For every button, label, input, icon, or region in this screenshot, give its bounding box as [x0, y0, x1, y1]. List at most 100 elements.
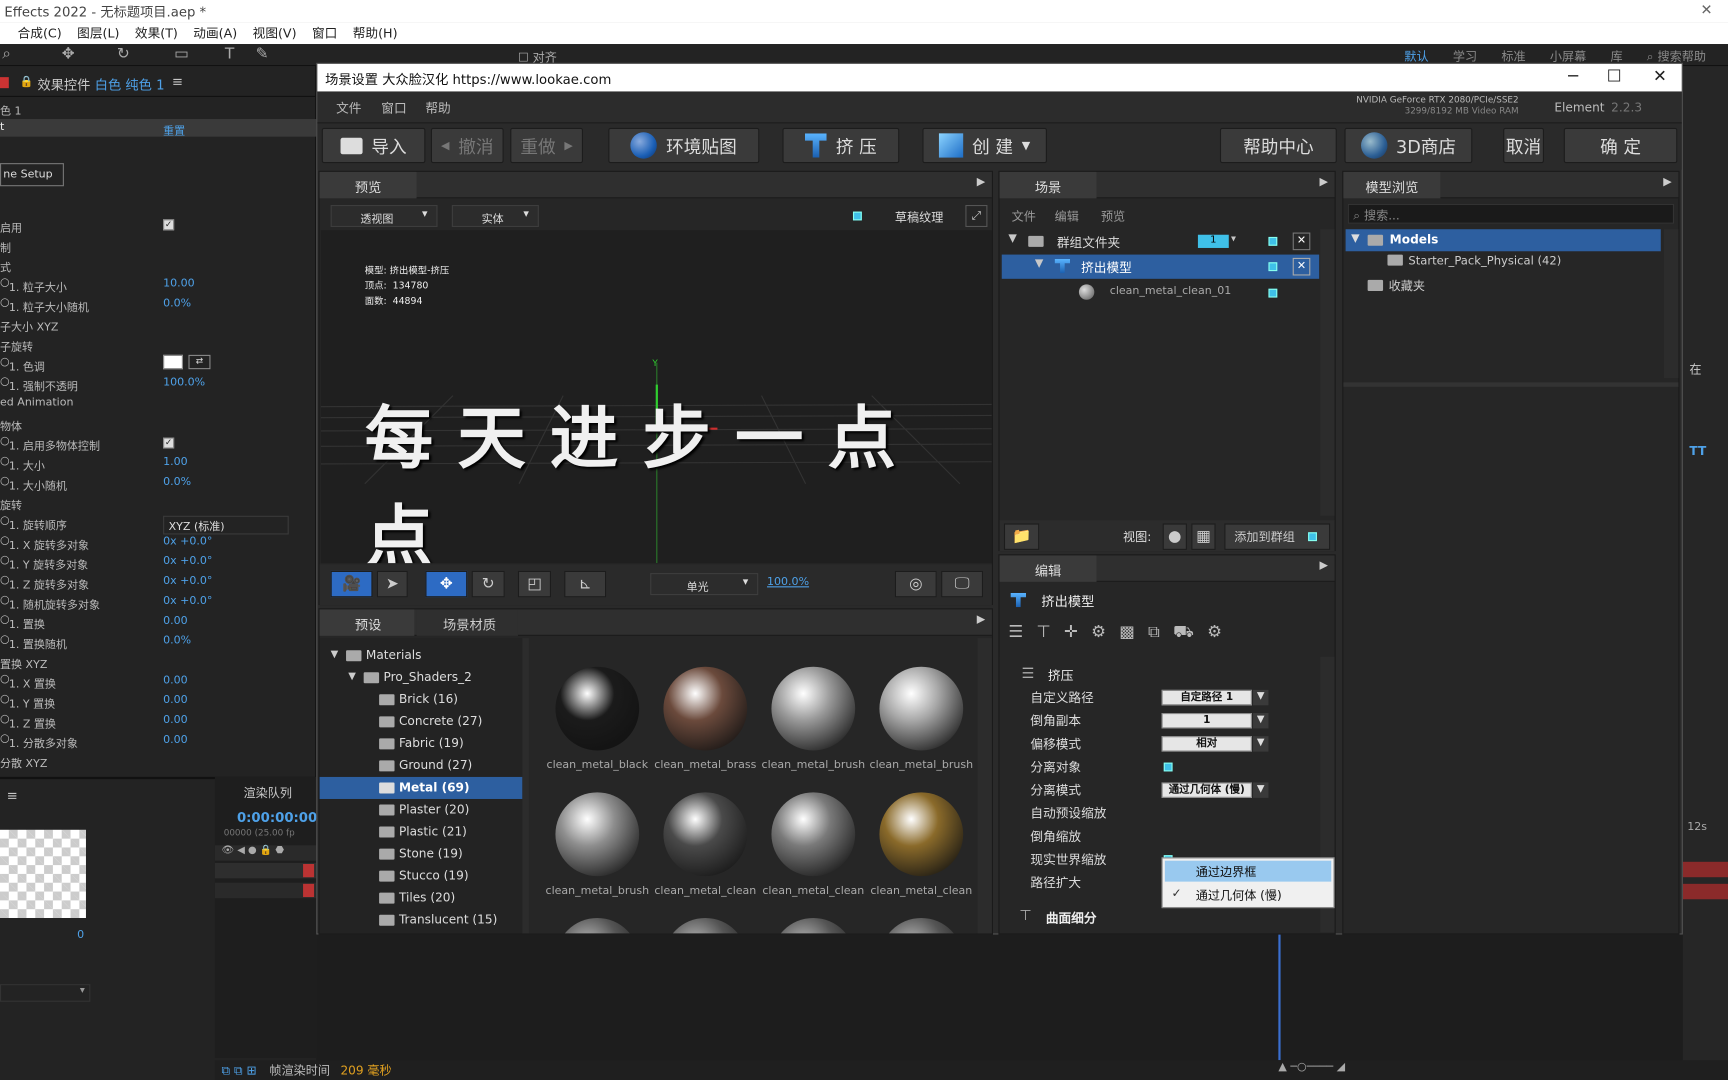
- effect-prop-value[interactable]: 0.00: [163, 615, 188, 627]
- view-mode-select[interactable]: 透视图: [330, 204, 438, 228]
- import-button[interactable]: 导入: [321, 127, 426, 164]
- ae-menu-effect[interactable]: 效果(T): [135, 24, 178, 44]
- effect-prop-value[interactable]: 1.00: [163, 456, 188, 468]
- effect-prop-value[interactable]: 100.0%: [163, 377, 205, 389]
- settings-icon[interactable]: ⚙: [1207, 622, 1222, 651]
- axis-tool-icon[interactable]: ⊾: [564, 570, 607, 598]
- screen-icon[interactable]: 🖵: [941, 570, 984, 598]
- dropdown-arrow-icon[interactable]: ▼: [1253, 713, 1269, 729]
- stopwatch-icon[interactable]: ○: [0, 475, 10, 487]
- models-root-row[interactable]: ▼ Models: [1345, 229, 1661, 252]
- menu-window[interactable]: 窗口: [381, 99, 406, 117]
- 3d-text-model[interactable]: 每天进步一点点: [365, 382, 992, 563]
- setup-button[interactable]: ne Setup: [0, 163, 64, 187]
- new-folder-icon[interactable]: 📁: [1003, 523, 1040, 550]
- material-ball[interactable]: [663, 917, 748, 934]
- stopwatch-icon[interactable]: ○: [0, 673, 10, 685]
- particles-icon[interactable]: ⚙: [1091, 622, 1106, 651]
- layer-row-1[interactable]: [214, 862, 317, 879]
- scene-menu-file[interactable]: 文件: [1012, 207, 1036, 225]
- stopwatch-icon[interactable]: ○: [0, 435, 10, 447]
- ae-menu-layer[interactable]: 图层(L): [77, 24, 119, 44]
- target-icon[interactable]: ◎: [894, 570, 937, 598]
- model-search-input[interactable]: ⌕ 搜索...: [1347, 203, 1674, 224]
- zoom-value[interactable]: 100.0%: [767, 576, 809, 588]
- environment-map-button[interactable]: 环境贴图: [608, 127, 760, 164]
- tree-item[interactable]: Translucent (15): [320, 909, 523, 931]
- tree-item[interactable]: Brick (16): [320, 689, 523, 711]
- tree-item[interactable]: Tiles (20): [320, 887, 523, 909]
- tab-scene[interactable]: 场景: [999, 171, 1097, 199]
- stopwatch-icon[interactable]: ○: [0, 574, 10, 586]
- effect-prop-value[interactable]: 10.00: [163, 278, 195, 290]
- material-ball[interactable]: [879, 666, 964, 751]
- preview-panel-arrow-icon[interactable]: ▶: [977, 176, 985, 188]
- undo-button[interactable]: ◀ 撤消: [430, 127, 504, 164]
- text-tool-icon[interactable]: T: [225, 45, 234, 63]
- ae-menu-compose[interactable]: 合成(C): [18, 24, 62, 44]
- effect-prop-value[interactable]: 0x +0.0°: [163, 575, 212, 587]
- edit-prop-select[interactable]: 自定路径 1: [1161, 689, 1252, 706]
- stopwatch-icon[interactable]: ○: [0, 733, 10, 745]
- effect-prop-value[interactable]: 0.0%: [163, 476, 191, 488]
- ae-menu-window[interactable]: 窗口: [312, 24, 337, 44]
- create-button[interactable]: 创 建 ▼: [922, 127, 1047, 164]
- status-icons[interactable]: ⧉ ⧉ ⊞: [222, 1063, 257, 1077]
- scene-scrollbar[interactable]: [1320, 229, 1335, 516]
- dropdown-arrow-icon[interactable]: ▼: [1253, 736, 1269, 752]
- timeline-bar-2[interactable]: [1682, 883, 1728, 900]
- dropdown-arrow-icon[interactable]: ▼: [1253, 689, 1269, 706]
- effect-prop-value[interactable]: 0x +0.0°: [163, 595, 212, 607]
- tab-preview[interactable]: 预览: [319, 171, 417, 199]
- project-menu-icon[interactable]: ≡: [7, 788, 18, 803]
- effect-prop-value[interactable]: 0x +0.0°: [163, 555, 212, 567]
- cancel-button[interactable]: 取消: [1503, 127, 1544, 164]
- zoom-slider[interactable]: ▲ ─○──── ◢: [1278, 1061, 1345, 1073]
- extrude-button[interactable]: 挤 压: [782, 127, 900, 164]
- material-ball[interactable]: [879, 917, 964, 934]
- tree-item[interactable]: Concrete (27): [320, 711, 523, 733]
- scale-tool-icon[interactable]: ◰: [517, 570, 552, 598]
- edit-panel-arrow-icon[interactable]: ▶: [1319, 560, 1327, 572]
- 3d-store-button[interactable]: 3D商店: [1344, 127, 1473, 164]
- stopwatch-icon[interactable]: ○: [0, 277, 10, 289]
- starter-pack-item[interactable]: Starter_Pack_Physical (42): [1387, 254, 1561, 268]
- effect-prop-value[interactable]: 0x +0.0°: [163, 536, 212, 548]
- close-icon[interactable]: ✕: [1653, 66, 1667, 86]
- layer-row-2[interactable]: [214, 882, 317, 899]
- model-visible-checkbox[interactable]: [1268, 262, 1278, 272]
- ok-button[interactable]: 确 定: [1563, 127, 1678, 164]
- tree-item[interactable]: ▼ Pro_Shaders_2: [320, 667, 523, 689]
- tree-item[interactable]: ▼ Materials: [320, 645, 523, 667]
- material-ball[interactable]: [555, 666, 640, 751]
- timeline-bar-1[interactable]: [1682, 861, 1728, 878]
- search-tool-icon[interactable]: ⌕: [2, 45, 11, 63]
- rect-tool-icon[interactable]: ▭: [174, 45, 189, 63]
- help-center-button[interactable]: 帮助中心: [1219, 127, 1337, 164]
- redo-button[interactable]: 重做 ▶: [510, 127, 583, 164]
- ae-menu-help[interactable]: 帮助(H): [353, 24, 398, 44]
- ae-close-icon[interactable]: ✕: [1701, 2, 1713, 19]
- tree-item[interactable]: Plastic (21): [320, 821, 523, 843]
- extrude-model-row[interactable]: ▼ 挤出模型 ✕: [1001, 254, 1320, 279]
- effect-prop-value[interactable]: 0.0%: [163, 298, 191, 310]
- stopwatch-icon[interactable]: ○: [0, 554, 10, 566]
- minimize-icon[interactable]: ─: [1568, 66, 1578, 86]
- menu-help[interactable]: 帮助: [425, 99, 450, 117]
- collapse-arrow-icon[interactable]: ▼: [1035, 258, 1043, 270]
- reset-link[interactable]: 重置: [163, 121, 185, 138]
- material-ball[interactable]: [555, 917, 640, 934]
- panel-menu-icon[interactable]: ≡: [172, 74, 183, 89]
- delete-group-icon[interactable]: ✕: [1292, 232, 1311, 251]
- layers-icon[interactable]: ☰: [1008, 622, 1023, 651]
- stopwatch-icon[interactable]: ○: [0, 634, 10, 646]
- eyedropper-icon[interactable]: ⇄: [188, 354, 211, 370]
- stopwatch-icon[interactable]: ○: [0, 594, 10, 606]
- edit-prop-select[interactable]: 1: [1161, 713, 1252, 729]
- render-mode-select[interactable]: 实体: [451, 204, 539, 228]
- playhead[interactable]: [1278, 934, 1281, 1061]
- copy-icon[interactable]: ⧉: [1148, 622, 1160, 651]
- stopwatch-icon[interactable]: ○: [0, 296, 10, 308]
- scene-menu-preview[interactable]: 预览: [1101, 207, 1125, 225]
- material-ball[interactable]: [879, 792, 964, 877]
